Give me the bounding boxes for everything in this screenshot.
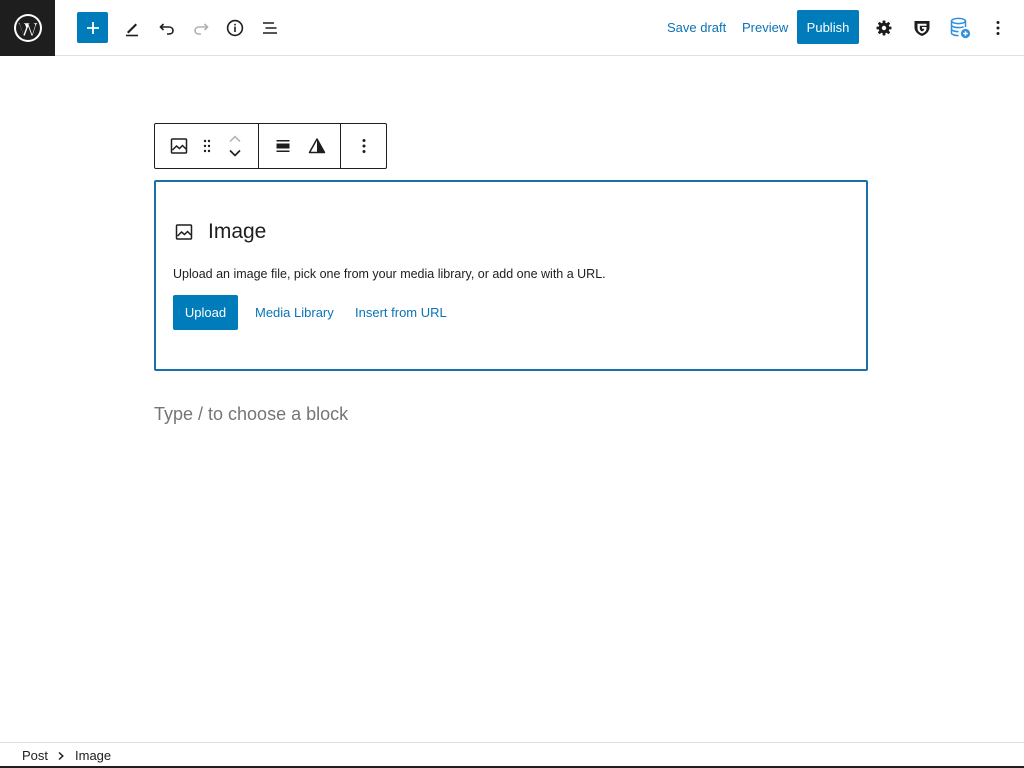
breadcrumb-item-post[interactable]: Post bbox=[22, 748, 48, 763]
image-icon bbox=[170, 138, 188, 154]
vertical-ellipsis-icon bbox=[996, 21, 1000, 35]
save-draft-button[interactable]: Save draft bbox=[667, 0, 726, 56]
block-more-options-button[interactable] bbox=[350, 124, 378, 168]
add-block-button[interactable] bbox=[77, 12, 108, 43]
chevron-up-icon bbox=[229, 135, 241, 143]
info-icon bbox=[226, 19, 244, 37]
block-toolbar-group-settings bbox=[259, 124, 341, 168]
chevron-right-icon bbox=[57, 751, 65, 761]
list-view-icon bbox=[263, 22, 277, 34]
align-button[interactable] bbox=[269, 124, 297, 168]
block-appender[interactable]: Type / to choose a block bbox=[154, 404, 348, 425]
drag-handle-icon bbox=[203, 139, 211, 153]
wordpress-logo-icon bbox=[13, 14, 42, 42]
gear-icon bbox=[876, 20, 892, 36]
wordpress-logo-button[interactable] bbox=[0, 0, 55, 56]
duotone-filter-button[interactable] bbox=[303, 124, 331, 168]
undo-icon bbox=[159, 23, 174, 35]
insert-from-url-button[interactable]: Insert from URL bbox=[355, 295, 447, 330]
vertical-ellipsis-icon bbox=[362, 139, 365, 153]
pencil-icon bbox=[126, 23, 138, 37]
shield-g-icon bbox=[914, 21, 930, 36]
redo-button[interactable] bbox=[185, 12, 217, 44]
settings-button[interactable] bbox=[868, 12, 900, 44]
filter-triangle-icon bbox=[308, 138, 326, 154]
block-toolbar-group-more bbox=[341, 124, 386, 168]
database-icon bbox=[950, 17, 971, 39]
block-mover bbox=[221, 124, 249, 168]
database-button[interactable] bbox=[944, 12, 976, 44]
move-down-button[interactable] bbox=[228, 148, 242, 158]
plugin-button[interactable] bbox=[906, 12, 938, 44]
image-block-placeholder[interactable]: Image Upload an image file, pick one fro… bbox=[154, 180, 868, 371]
align-center-icon bbox=[276, 140, 290, 152]
image-icon bbox=[175, 224, 193, 240]
block-type-button[interactable] bbox=[165, 124, 193, 168]
options-button[interactable] bbox=[982, 12, 1014, 44]
block-toolbar-group-parent bbox=[155, 124, 259, 168]
editor-header: Save draft Preview Publish bbox=[0, 0, 1024, 56]
move-up-button[interactable] bbox=[228, 134, 242, 144]
drag-handle-button[interactable] bbox=[193, 124, 221, 168]
tools-button[interactable] bbox=[116, 12, 148, 44]
image-block-title-label: Image bbox=[208, 220, 267, 243]
redo-icon bbox=[194, 23, 209, 35]
undo-button[interactable] bbox=[151, 12, 183, 44]
preview-button[interactable]: Preview bbox=[742, 0, 788, 56]
media-library-button[interactable]: Media Library bbox=[255, 295, 334, 330]
publish-button[interactable]: Publish bbox=[797, 10, 859, 44]
breadcrumb: Post Image bbox=[0, 742, 1024, 768]
list-view-button[interactable] bbox=[254, 12, 286, 44]
image-block-title: Image bbox=[174, 220, 266, 244]
chevron-down-icon bbox=[229, 149, 241, 157]
breadcrumb-item-image[interactable]: Image bbox=[75, 748, 111, 763]
details-button[interactable] bbox=[219, 12, 251, 44]
image-block-instructions: Upload an image file, pick one from your… bbox=[173, 267, 606, 281]
upload-button[interactable]: Upload bbox=[173, 295, 238, 330]
block-toolbar bbox=[154, 123, 387, 169]
plus-icon bbox=[86, 21, 99, 34]
